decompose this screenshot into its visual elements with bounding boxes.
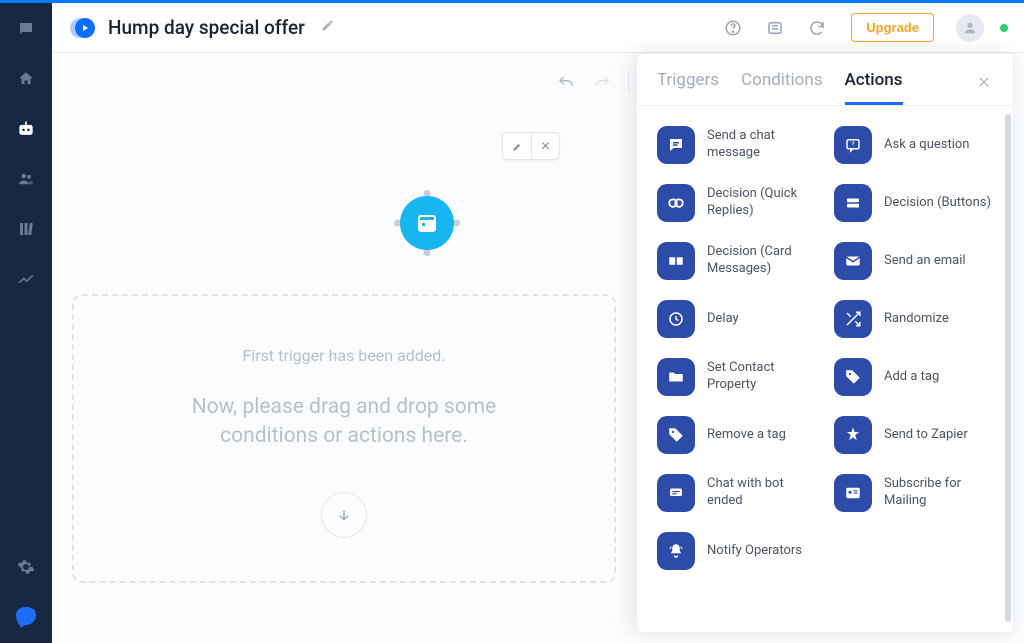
- end-icon: [657, 474, 695, 512]
- action-folder[interactable]: Set Contact Property: [657, 358, 822, 396]
- undo-icon[interactable]: [555, 72, 577, 94]
- topbar: Hump day special offer Upgrade: [52, 3, 1024, 53]
- toolbar-divider: [628, 72, 629, 94]
- folder-icon: [657, 358, 695, 396]
- action-label: Add a tag: [884, 369, 939, 386]
- left-sidebar: [0, 3, 52, 643]
- node-actions: ✕: [502, 132, 560, 160]
- action-label: Remove a tag: [707, 427, 786, 444]
- arrow-down-icon: [336, 507, 352, 523]
- action-label: Delay: [707, 311, 739, 328]
- subscribe-icon: [834, 474, 872, 512]
- chat-nav-icon[interactable]: [14, 17, 38, 41]
- action-label: Set Contact Property: [707, 360, 817, 394]
- scrollbar[interactable]: [1005, 114, 1011, 622]
- mail-icon: [834, 242, 872, 280]
- question-icon: ?: [834, 126, 872, 164]
- action-label: Decision (Card Messages): [707, 244, 817, 278]
- action-clock[interactable]: Delay: [657, 300, 822, 338]
- dropzone[interactable]: First trigger has been added. Now, pleas…: [72, 294, 616, 583]
- upgrade-button[interactable]: Upgrade: [851, 13, 934, 42]
- page-title: Hump day special offer: [108, 16, 305, 39]
- action-label: Decision (Buttons): [884, 195, 991, 212]
- action-label: Subscribe for Mailing: [884, 476, 994, 510]
- action-bell[interactable]: Notify Operators: [657, 532, 822, 570]
- side-panel: Triggers Conditions Actions Send a chat …: [636, 53, 1014, 633]
- action-label: Send an email: [884, 253, 966, 270]
- action-label: Ask a question: [884, 137, 969, 154]
- zap-icon: [834, 416, 872, 454]
- bot-nav-icon[interactable]: [14, 117, 38, 141]
- action-end[interactable]: Chat with bot ended: [657, 474, 822, 512]
- action-subscribe[interactable]: Subscribe for Mailing: [834, 474, 999, 512]
- tab-conditions[interactable]: Conditions: [741, 70, 822, 105]
- node-close-icon[interactable]: ✕: [531, 133, 559, 159]
- quick-icon: [657, 184, 695, 222]
- action-buttons[interactable]: Decision (Buttons): [834, 184, 999, 222]
- cards-icon: [657, 242, 695, 280]
- refresh-icon[interactable]: [807, 18, 827, 38]
- action-question[interactable]: ? Ask a question: [834, 126, 999, 164]
- action-label: Decision (Quick Replies): [707, 186, 817, 220]
- anchor-bottom[interactable]: [424, 249, 431, 256]
- addtag-icon: [834, 358, 872, 396]
- action-label: Send to Zapier: [884, 427, 968, 444]
- panel-body: Send a chat message? Ask a question Decisi…: [637, 106, 1013, 632]
- redo-icon[interactable]: [591, 72, 613, 94]
- online-status-dot: [1000, 24, 1008, 32]
- analytics-nav-icon[interactable]: [14, 267, 38, 291]
- dropzone-target[interactable]: [321, 492, 367, 538]
- action-mail[interactable]: Send an email: [834, 242, 999, 280]
- trigger-node[interactable]: ✕: [352, 168, 502, 278]
- edit-title-icon[interactable]: [321, 19, 334, 36]
- settings-nav-icon[interactable]: [14, 555, 38, 579]
- tab-triggers[interactable]: Triggers: [657, 70, 719, 105]
- action-zap[interactable]: Send to Zapier: [834, 416, 999, 454]
- app-logo-icon: [68, 13, 98, 43]
- anchor-right[interactable]: [453, 220, 460, 227]
- tab-actions[interactable]: Actions: [845, 70, 903, 105]
- action-quick[interactable]: Decision (Quick Replies): [657, 184, 822, 222]
- action-label: Send a chat message: [707, 128, 817, 162]
- avatar[interactable]: [956, 14, 984, 42]
- action-addtag[interactable]: Add a tag: [834, 358, 999, 396]
- action-cards[interactable]: Decision (Card Messages): [657, 242, 822, 280]
- help-icon[interactable]: [723, 18, 743, 38]
- panel-close-icon[interactable]: [975, 79, 993, 97]
- shuffle-icon: [834, 300, 872, 338]
- clock-icon: [657, 300, 695, 338]
- tag-icon: [657, 416, 695, 454]
- news-icon[interactable]: [765, 18, 785, 38]
- svg-text:?: ?: [851, 140, 854, 148]
- action-label: Chat with bot ended: [707, 476, 817, 510]
- brand-icon: [12, 605, 40, 633]
- chat-icon: [657, 126, 695, 164]
- home-nav-icon[interactable]: [14, 67, 38, 91]
- action-label: Notify Operators: [707, 543, 802, 560]
- action-label: Randomize: [884, 311, 949, 328]
- contacts-nav-icon[interactable]: [14, 167, 38, 191]
- dropzone-heading: First trigger has been added.: [243, 346, 446, 365]
- library-nav-icon[interactable]: [14, 217, 38, 241]
- dropzone-subheading: Now, please drag and drop some condition…: [144, 393, 544, 452]
- action-tag[interactable]: Remove a tag: [657, 416, 822, 454]
- buttons-icon: [834, 184, 872, 222]
- action-chat[interactable]: Send a chat message: [657, 126, 822, 164]
- panel-tabs: Triggers Conditions Actions: [637, 54, 1013, 106]
- bell-icon: [657, 532, 695, 570]
- action-shuffle[interactable]: Randomize: [834, 300, 999, 338]
- node-edit-icon[interactable]: [503, 133, 531, 159]
- calendar-trigger-icon[interactable]: [400, 196, 454, 250]
